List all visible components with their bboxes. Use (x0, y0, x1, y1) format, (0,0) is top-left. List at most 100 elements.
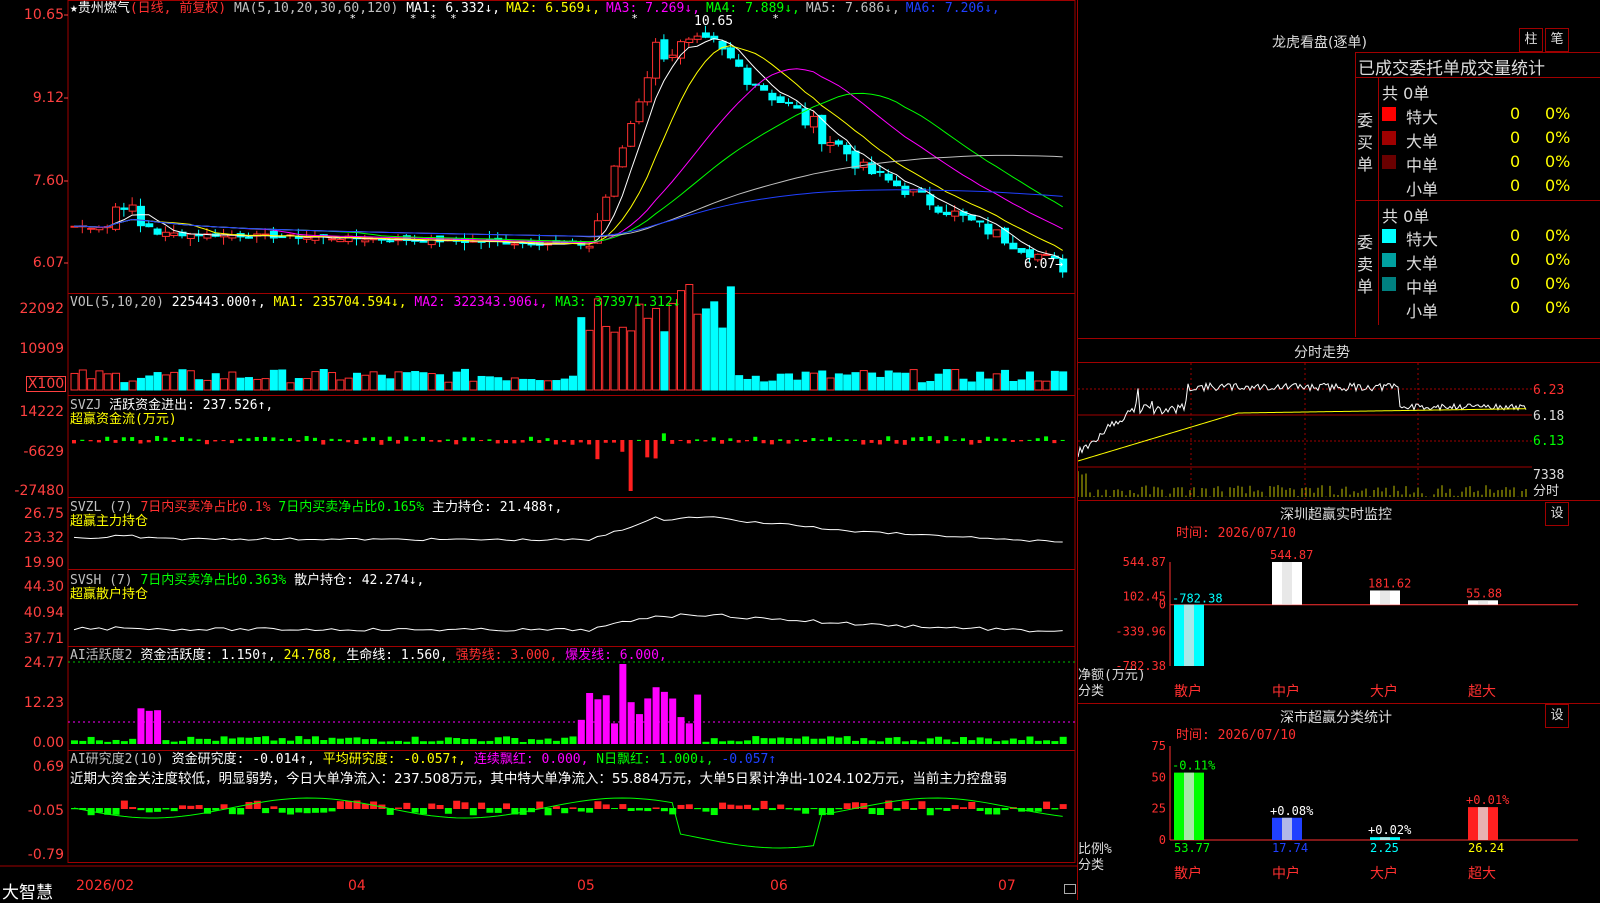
flow-bar (138, 440, 143, 444)
activity-bar (1009, 738, 1017, 744)
flow-bar (321, 440, 326, 445)
research-bar (685, 804, 693, 809)
flow-bar (271, 437, 276, 441)
kline-chart[interactable]: * * * * * * (0, 0, 1078, 868)
research-bar (228, 808, 236, 815)
svsh-sub: 超赢散户持仓 (70, 587, 149, 602)
star-icon[interactable]: ★ (70, 1, 78, 16)
activity-bar (544, 738, 552, 744)
volume-bar (477, 375, 486, 391)
category-label: 中户 (1272, 865, 1300, 882)
tick-view-button[interactable]: 笔 (1545, 28, 1569, 52)
monitor-bar-chart[interactable]: 544.87102.450-339.96-782.38-782.38散户544.… (1078, 540, 1600, 700)
activity-bar (860, 738, 868, 744)
volume-bar (1042, 380, 1051, 391)
flow-bar (171, 440, 176, 442)
volume-bar (494, 377, 503, 391)
svsh-axis-label: 44.30 (23, 579, 64, 595)
brand-label[interactable]: 大智慧 (2, 878, 53, 903)
lock-icon[interactable] (1064, 884, 1076, 894)
intraday-title: 分时走势 (1294, 345, 1350, 361)
research-bar (694, 808, 702, 810)
vol-axis-label: 10909 (19, 341, 64, 357)
research-bar (619, 804, 627, 809)
activity-bar (694, 694, 702, 744)
candle-body (992, 229, 1001, 238)
candle-body (153, 228, 162, 235)
activity-bar (494, 737, 502, 744)
candle-body (660, 39, 669, 60)
y-tick-label: 544.87 (1123, 555, 1166, 569)
research-bar (719, 802, 727, 809)
flow-bar (936, 440, 941, 444)
monitor-settings-button[interactable]: 设 (1545, 502, 1569, 526)
ma-label: MA(5,10,20,30,60,120) (233, 1, 399, 16)
volume-bar (319, 369, 328, 391)
ai-res-name: AI研究度2(10) (70, 752, 164, 767)
bar-view-button[interactable]: 柱 (1519, 28, 1543, 52)
class-bar-chart[interactable]: 75 50 25 0 -0.11% 散户 +0.08% 中户 +0.02% 大户 +0.01% 超大 5… (1078, 740, 1600, 900)
date-label: 05 (577, 878, 595, 894)
flow-bar (412, 439, 417, 441)
flow-bar (379, 440, 384, 445)
flow-bar (105, 436, 110, 441)
class-ylabel: 比例% (1078, 842, 1112, 857)
activity-bar (120, 741, 128, 744)
volume-bar (884, 370, 893, 391)
activity-bar (270, 740, 278, 744)
volume-bar (161, 374, 170, 391)
ai-act-axis-label: 0.00 (32, 735, 64, 751)
research-bar (644, 808, 652, 812)
candle-body (186, 233, 195, 239)
order-pct: 0% (1545, 152, 1571, 171)
volume-bar (668, 302, 677, 391)
candle-body (735, 59, 744, 67)
volume-bar (336, 379, 345, 391)
candle-body (926, 194, 935, 206)
activity-bar (212, 740, 220, 744)
flow-bar (487, 439, 492, 441)
activity-bar (827, 736, 835, 744)
research-bar (918, 801, 926, 809)
svsh-axis-label: 40.94 (23, 605, 64, 621)
order-pct: 0% (1545, 250, 1571, 269)
research-bar (793, 808, 801, 811)
flow-bar (396, 440, 401, 444)
volume-bar (328, 372, 337, 391)
flow-bar (88, 440, 93, 442)
class-border (1077, 703, 1600, 704)
flow-bar (354, 440, 359, 444)
activity-bar (677, 717, 685, 744)
flow-bar (304, 436, 309, 441)
sell-orders-label: 委卖单 (1357, 233, 1374, 296)
research-bar (893, 808, 901, 811)
bar-2 (1370, 837, 1400, 840)
volume-bar (236, 377, 245, 391)
research-bar (303, 808, 311, 814)
candle-body (643, 77, 652, 103)
flow-bar (753, 436, 758, 441)
volume-bar (352, 372, 361, 391)
flow-bar (919, 436, 924, 441)
activity-bar (619, 664, 627, 744)
flow-bar (553, 440, 558, 445)
volume-bar (286, 382, 295, 391)
activity-bar (237, 737, 245, 744)
data-label: 544.87 (1270, 548, 1313, 562)
research-bar (1051, 808, 1059, 810)
class-settings-button[interactable]: 设 (1545, 704, 1569, 728)
volume-bar (1025, 371, 1034, 391)
flow-bar (163, 437, 168, 441)
volume-bar (618, 326, 627, 391)
period-label[interactable]: (日线, 前复权) (130, 1, 226, 16)
y-tick-label: 25 (1152, 802, 1166, 816)
research-bar (993, 808, 1001, 815)
volume-bar (544, 380, 553, 391)
class-xlabel: 分类 (1078, 858, 1105, 873)
candle-body (693, 35, 702, 40)
flow-bar (736, 440, 741, 443)
value-label: 17.74 (1272, 841, 1308, 855)
price-axis-label: 7.60 (32, 173, 64, 189)
research-bar (461, 802, 469, 809)
intraday-chart[interactable] (1078, 363, 1532, 499)
